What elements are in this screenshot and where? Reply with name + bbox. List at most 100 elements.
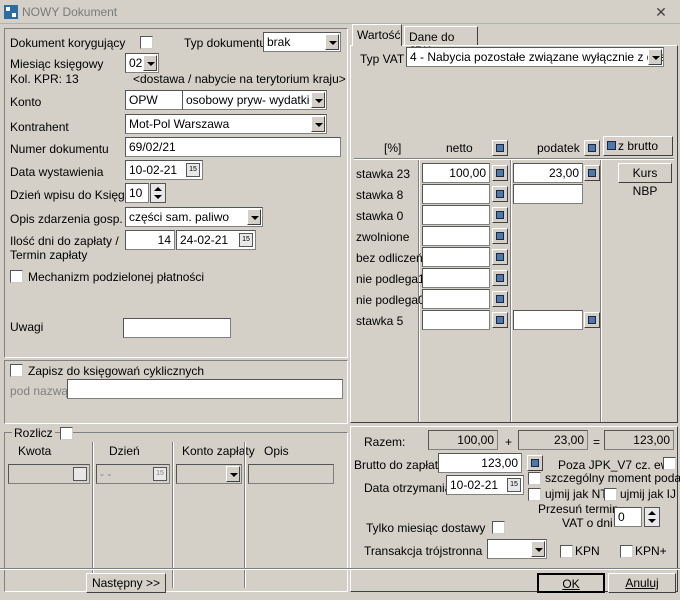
vat-row-netto-input[interactable]: [422, 310, 490, 330]
app-icon: [4, 5, 18, 19]
tylko-checkbox[interactable]: [492, 521, 505, 534]
poza-jpk-checkbox[interactable]: [663, 457, 676, 470]
data-otrzymania-label: Data otrzymania: [364, 481, 452, 495]
typ-dokumentu-select[interactable]: brak: [263, 32, 341, 52]
rozlicz-konto-select[interactable]: [176, 464, 242, 484]
konto-name-value: osobowy pryw- wydatki: [186, 93, 310, 107]
calendar-icon[interactable]: 15: [239, 233, 253, 247]
vat-row-netto-calc-button[interactable]: [492, 207, 508, 223]
dzien-spinner-icon[interactable]: [150, 183, 166, 203]
calculator-icon: [588, 316, 596, 324]
close-icon[interactable]: ✕: [650, 3, 672, 21]
zapisz-checkbox[interactable]: [10, 364, 23, 377]
kpn-plus-checkbox[interactable]: [620, 545, 633, 558]
netto-calc-button[interactable]: [492, 140, 508, 156]
vat-row-netto-input[interactable]: 100,00: [422, 163, 490, 183]
uwagi-input[interactable]: [123, 318, 231, 338]
brutto-calc-button[interactable]: [527, 455, 543, 471]
anuluj-button[interactable]: Anuluj: [608, 573, 676, 593]
dzien-wpisu-input[interactable]: 10: [125, 183, 149, 203]
col-podatek: podatek: [537, 141, 580, 155]
ok-button[interactable]: OK: [537, 573, 605, 593]
korygujacy-checkbox[interactable]: [140, 36, 153, 49]
podatek-calc-button[interactable]: [584, 140, 600, 156]
data-otrzymania-input[interactable]: 10-02-21 15: [446, 475, 524, 495]
ujmij-nt-checkbox[interactable]: [528, 488, 541, 501]
mechanizm-checkbox[interactable]: [10, 270, 23, 283]
vat-row-netto-calc-button[interactable]: [492, 165, 508, 181]
rozlicz-dzien-input[interactable]: - - 15: [96, 464, 170, 484]
divider: [172, 442, 174, 588]
pod-nazwa-input[interactable]: [67, 379, 343, 399]
tylko-label: Tylko miesiąc dostawy: [366, 521, 486, 535]
konto-code-field[interactable]: OPW: [125, 90, 183, 110]
data-wystawienia-label: Data wystawienia: [10, 165, 104, 179]
brutto-label: Brutto do zapłaty: [354, 458, 445, 472]
calculator-icon: [496, 253, 504, 261]
vat-row-netto-calc-button[interactable]: [492, 228, 508, 244]
vat-row-netto-input[interactable]: [422, 205, 490, 225]
brutto-input[interactable]: 123,00: [438, 453, 522, 473]
vat-row-label: nie podlega1: [356, 272, 425, 286]
vat-row-netto-calc-button[interactable]: [492, 249, 508, 265]
calculator-icon: [496, 211, 504, 219]
typ-dokumentu-value: brak: [267, 35, 291, 49]
col-netto: netto: [446, 141, 473, 155]
vat-row-netto-calc-button[interactable]: [492, 186, 508, 202]
vat-row-netto-input[interactable]: [422, 226, 490, 246]
kpn-checkbox[interactable]: [560, 545, 573, 558]
chevron-down-icon: [311, 92, 325, 108]
rozlicz-dzien-value: - -: [100, 467, 112, 481]
vat-row-netto-calc-button[interactable]: [492, 312, 508, 328]
rozlicz-kwota-input[interactable]: [8, 464, 90, 484]
z-brutto-button[interactable]: z brutto: [603, 136, 673, 156]
divider: [244, 442, 246, 588]
vat-row-netto-input[interactable]: [422, 289, 490, 309]
vat-row-netto-input[interactable]: [422, 184, 490, 204]
calendar-icon[interactable]: 15: [507, 478, 521, 492]
konto-label: Konto: [10, 95, 42, 109]
transakcja-select[interactable]: [487, 539, 547, 559]
opis-select[interactable]: części sam. paliwo: [125, 207, 263, 227]
vat-row-netto-calc-button[interactable]: [492, 291, 508, 307]
vat-row-podatek-calc-button[interactable]: [584, 312, 600, 328]
vat-row-label: stawka 0: [356, 209, 404, 223]
title-bar: NOWY Dokument ✕: [0, 0, 680, 24]
ilosc-dni-input[interactable]: 14: [125, 230, 175, 250]
ujmij-nt-label: ujmij jak NT: [545, 487, 608, 501]
vat-row-podatek-calc-button[interactable]: [584, 165, 600, 181]
kontrahent-select[interactable]: Mot-Pol Warszawa: [125, 114, 327, 134]
typ-vat-select[interactable]: 4 - Nabycia pozostałe związane wyłącznie…: [406, 47, 664, 67]
kontrahent-label: Kontrahent: [10, 120, 69, 134]
rozlicz-opis-input[interactable]: [248, 464, 334, 484]
tab-dane-jpk[interactable]: Dane do JPK: [404, 26, 478, 58]
razem-brutto: 123,00: [604, 430, 674, 450]
calendar-icon[interactable]: 15: [186, 163, 200, 177]
szczegolny-label: szczególny moment podat.: [545, 471, 680, 485]
divider: [418, 160, 420, 422]
data-wystawienia-input[interactable]: 10-02-21 15: [125, 160, 203, 180]
vat-row-podatek-input[interactable]: [513, 184, 583, 204]
chevron-down-icon: [311, 116, 325, 132]
miesiac-select[interactable]: 02: [125, 53, 159, 73]
szczegolny-checkbox[interactable]: [528, 472, 541, 485]
kurs-nbp-button[interactable]: Kurs NBP: [618, 163, 672, 198]
nastepny-button[interactable]: Następny >>: [86, 573, 166, 593]
termin-input[interactable]: 24-02-21 15: [176, 230, 256, 250]
rozlicz-checkbox[interactable]: [60, 427, 73, 440]
vat-row-podatek-input[interactable]: [513, 310, 583, 330]
przesun-spinner-icon[interactable]: [644, 507, 660, 527]
vat-row-podatek-input[interactable]: 23,00: [513, 163, 583, 183]
chevron-down-icon: [226, 466, 240, 482]
konto-name-select[interactable]: osobowy pryw- wydatki: [182, 90, 327, 110]
numer-input[interactable]: 69/02/21: [125, 137, 341, 157]
przesun-input[interactable]: 0: [614, 507, 642, 527]
chevron-down-icon: [247, 209, 261, 225]
ujmij-ij-checkbox[interactable]: [604, 488, 617, 501]
vat-row-netto-input[interactable]: [422, 247, 490, 267]
calculator-icon: [496, 232, 504, 240]
vat-row-netto-input[interactable]: [422, 268, 490, 288]
numer-label: Numer dokumentu: [10, 142, 109, 156]
tab-wartosc[interactable]: Wartość: [352, 24, 402, 46]
vat-row-netto-calc-button[interactable]: [492, 270, 508, 286]
